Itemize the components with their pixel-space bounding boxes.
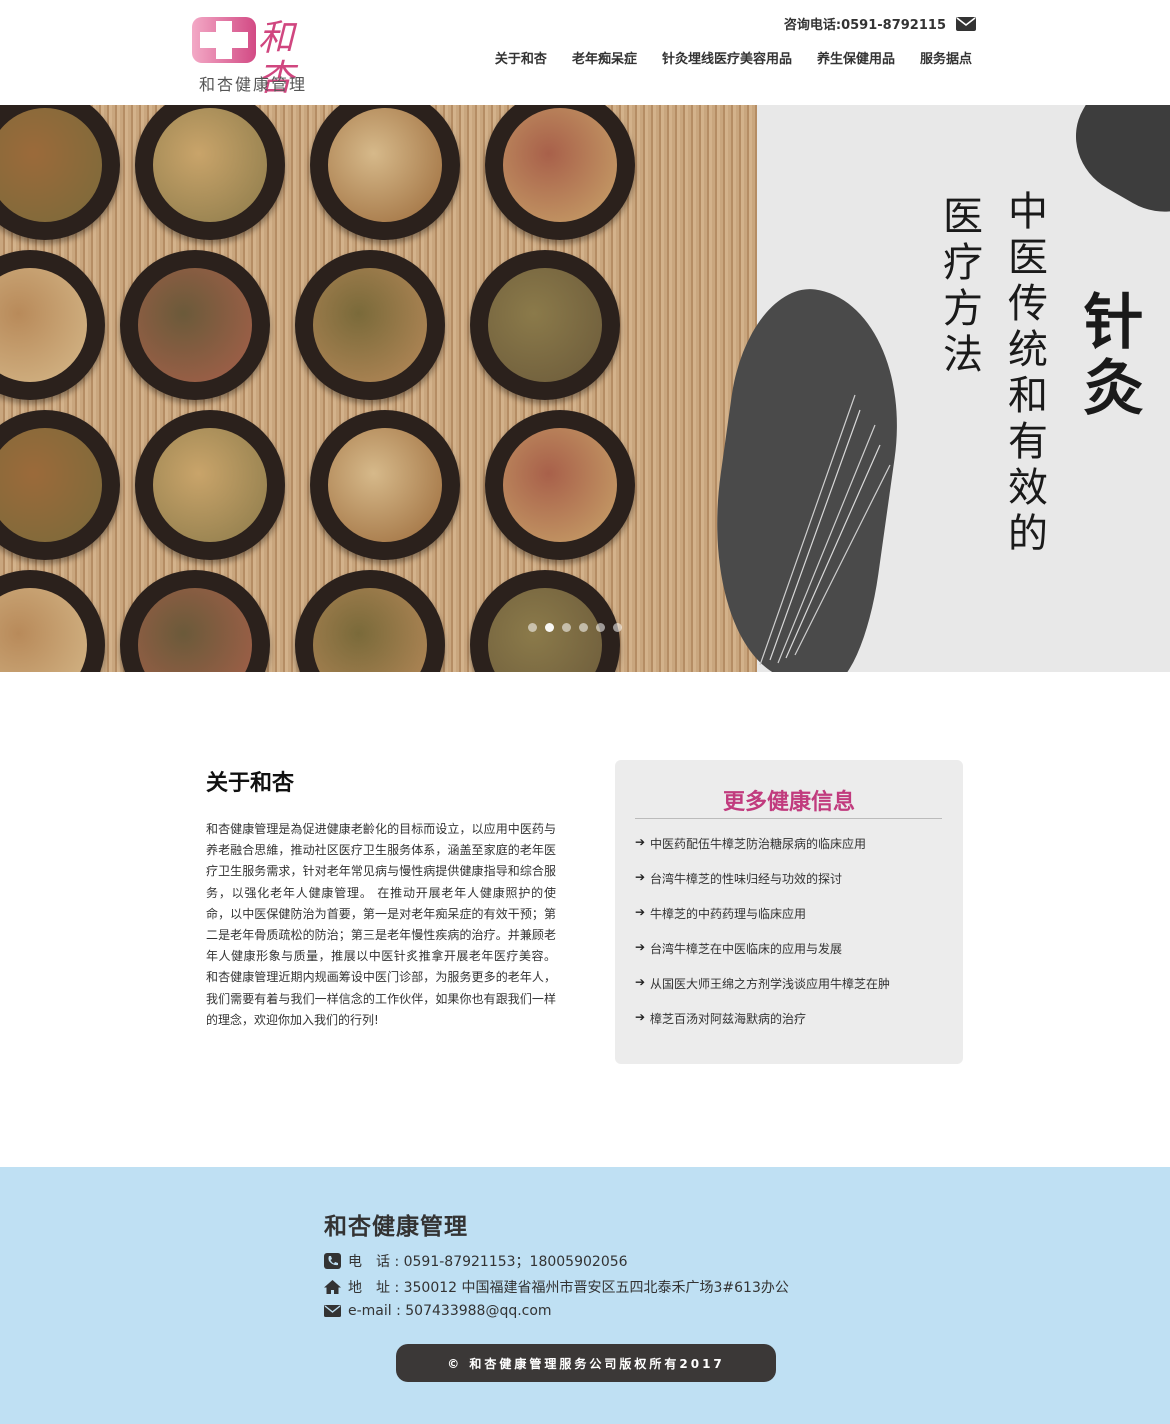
info-link[interactable]: ➔ 牛樟芝的中药药理与临床应用 [635,905,890,940]
herb-bowl [295,250,445,400]
herb-bowl [310,410,460,560]
info-list: ➔ 中医药配伍牛樟芝防治糖尿病的临床应用 ➔ 台湾牛樟芝的性味归经与功效的探讨 ➔ 牛… [635,835,890,1045]
info-link-label: 从国医大师王绵之方剂学浅谈应用牛樟芝在肿 [650,977,891,991]
nav-item-locations[interactable]: 服务据点 [920,48,972,67]
info-link[interactable]: ➔ 从国医大师王绵之方剂学浅谈应用牛樟芝在肿 [635,975,890,1010]
divider [635,818,942,819]
arrow-right-icon: ➔ [635,940,646,954]
arrow-right-icon: ➔ [635,975,646,989]
footer-address: 地 址 : 350012 中国福建省福州市晋安区五四北泰禾广场3#613办公 [324,1277,789,1297]
footer-email-text[interactable]: e-mail : 507433988@qq.com [348,1303,552,1319]
carousel-dot[interactable] [579,623,588,632]
envelope-icon[interactable] [956,16,976,32]
about-section: 关于和杏 和杏健康管理是為促进健康老齡化的目标而设立，以应用中医药与养老融合思維… [206,765,556,1031]
info-link-label: 台湾牛樟芝的性味归经与功效的探讨 [650,872,843,886]
herb-contents [138,268,252,382]
footer-title: 和杏健康管理 [324,1214,468,1240]
logo[interactable]: 和杏 和杏健康管理 [192,15,322,99]
carousel-dot[interactable] [528,623,537,632]
herb-contents [138,588,252,672]
info-title: 更多健康信息 [722,790,855,815]
herb-contents [0,428,102,542]
herb-bowl [470,250,620,400]
about-body: 和杏健康管理是為促进健康老齡化的目标而设立，以应用中医药与养老融合思維，推动社区… [206,822,556,1027]
calligraphy-line-1: 中医传统和有效的 [1001,190,1047,558]
herb-contents [503,428,617,542]
arrow-right-icon: ➔ [635,835,646,849]
info-link-label: 台湾牛樟芝在中医临床的应用与发展 [650,942,843,956]
carousel-dot[interactable] [562,623,571,632]
info-link[interactable]: ➔ 中医药配伍牛樟芝防治糖尿病的临床应用 [635,835,890,870]
envelope-icon [324,1305,341,1317]
cross-logo-icon [192,17,256,63]
herb-contents [0,108,102,222]
info-link-label: 樟芝百汤对阿兹海默病的治疗 [650,1012,807,1026]
copyright-bar: © 和杏健康管理服务公司版权所有2017 [396,1344,776,1382]
herb-bowl [485,410,635,560]
nav-item-acupuncture[interactable]: 针灸埋线医疗美容用品 [662,48,792,67]
footer-email: e-mail : 507433988@qq.com [324,1303,552,1319]
herb-contents [313,588,427,672]
info-link[interactable]: ➔ 台湾牛樟芝的性味归经与功效的探讨 [635,870,890,905]
info-link[interactable]: ➔ 樟芝百汤对阿兹海默病的治疗 [635,1010,890,1045]
herb-contents [488,268,602,382]
herb-contents [313,268,427,382]
footer-address-text: 地 址 : 350012 中国福建省福州市晋安区五四北泰禾广场3#613办公 [348,1280,789,1296]
nav-item-about[interactable]: 关于和杏 [495,48,547,67]
health-info-panel: 更多健康信息 ➔ 中医药配伍牛樟芝防治糖尿病的临床应用 ➔ 台湾牛樟芝的性味归经与功… [615,760,963,1064]
info-link-label: 牛樟芝的中药药理与临床应用 [650,907,807,921]
herb-contents [328,108,442,222]
herb-bowl [135,410,285,560]
carousel-dot[interactable] [596,623,605,632]
info-link-label: 中医药配伍牛樟芝防治糖尿病的临床应用 [650,837,867,851]
herb-contents [153,428,267,542]
arrow-right-icon: ➔ [635,1010,646,1024]
herb-contents [0,588,87,672]
site-header: 和杏 和杏健康管理 咨询电话:0591-8792115 关于和杏 老年痴呆症 针… [0,0,1170,105]
phone-contact: 咨询电话:0591-8792115 [784,14,976,33]
nav-item-health[interactable]: 养生保健用品 [817,48,895,67]
arrow-right-icon: ➔ [635,905,646,919]
arrow-right-icon: ➔ [635,870,646,884]
calligraphy-line-2: 医疗方法 [936,195,982,379]
calligraphy-title: 针灸 [1073,290,1143,422]
info-link[interactable]: ➔ 台湾牛樟芝在中医临床的应用与发展 [635,940,890,975]
footer-phone: 电 话 : 0591-87921153；18005902056 [324,1251,628,1271]
phone-icon [324,1253,341,1269]
carousel-dot[interactable] [613,623,622,632]
herb-contents [0,268,87,382]
herb-contents [328,428,442,542]
nav-item-dementia[interactable]: 老年痴呆症 [572,48,637,67]
herb-contents [503,108,617,222]
hero-banner[interactable]: 针灸 中医传统和有效的 医疗方法 [0,105,1170,672]
logo-text: 和杏健康管理 [199,75,308,94]
phone-label: 咨询电话:0591-8792115 [783,18,946,33]
site-footer: 和杏健康管理 电 话 : 0591-87921153；18005902056 地… [0,1167,1170,1424]
herb-bowl [120,250,270,400]
about-title: 关于和杏 [206,771,295,796]
herb-contents [153,108,267,222]
footer-phone-text: 电 话 : 0591-87921153；18005902056 [348,1254,628,1270]
home-icon [324,1280,341,1294]
carousel-indicators [528,623,622,632]
needles-icon [759,394,891,666]
main-nav: 关于和杏 老年痴呆症 针灸埋线医疗美容用品 养生保健用品 服务据点 [495,48,972,67]
carousel-dot[interactable] [545,623,554,632]
